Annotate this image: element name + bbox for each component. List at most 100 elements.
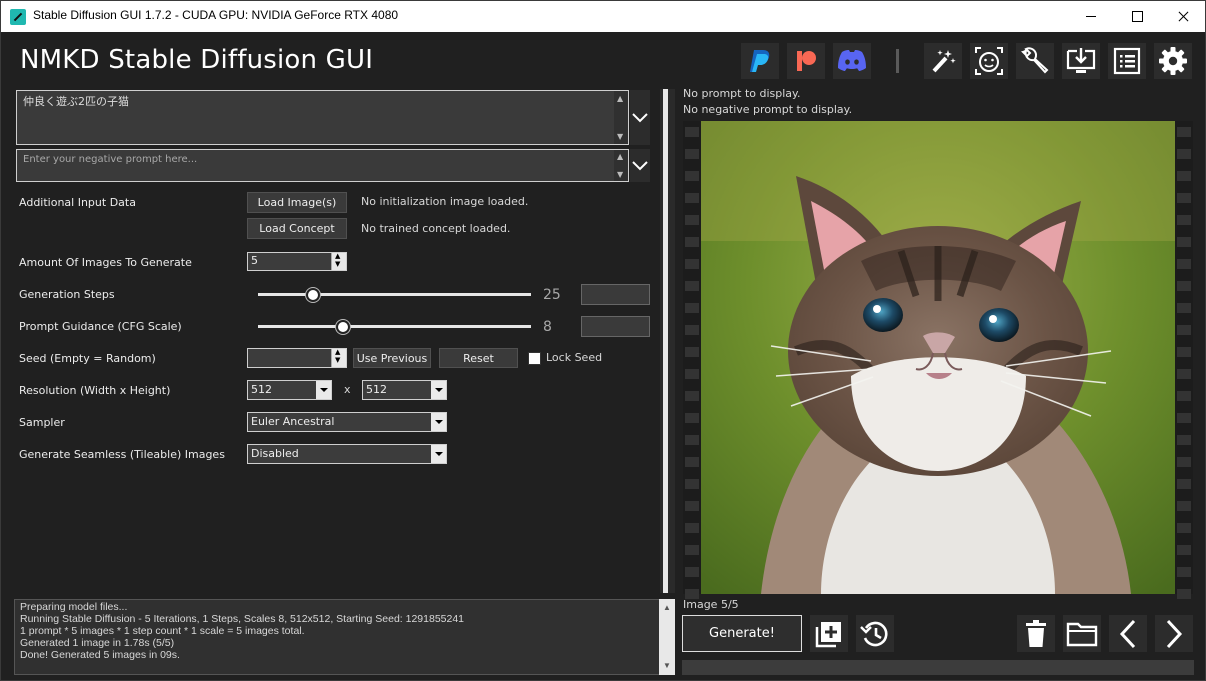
app-icon	[10, 9, 26, 25]
film-hole	[685, 149, 699, 159]
negative-prompt-scrollbar[interactable]: ▲ ▼	[614, 150, 628, 181]
install-icon	[1066, 48, 1096, 73]
expand-negative-prompt-button[interactable]	[630, 149, 650, 182]
concept-status: No trained concept loaded.	[361, 222, 511, 235]
generate-button[interactable]: Generate!	[682, 615, 802, 652]
logs-button[interactable]	[1108, 43, 1146, 79]
next-image-button[interactable]	[1155, 615, 1193, 652]
image-count: Image 5/5	[683, 598, 739, 611]
chevron-down-icon[interactable]	[431, 413, 446, 431]
chevron-down-icon	[632, 112, 648, 122]
film-hole	[1177, 325, 1191, 335]
installer-button[interactable]	[1062, 43, 1100, 79]
delete-button[interactable]	[1017, 615, 1055, 652]
resolution-x-label: x	[344, 383, 351, 396]
negative-prompt-placeholder: Enter your negative prompt here...	[23, 154, 198, 165]
seed-spin-buttons[interactable]	[331, 348, 346, 367]
add-to-queue-button[interactable]	[810, 615, 848, 652]
steps-label: Generation Steps	[19, 288, 115, 301]
chevron-down-icon[interactable]	[431, 445, 446, 463]
film-hole	[685, 435, 699, 445]
progress-bar	[682, 660, 1194, 675]
face-icon	[975, 47, 1003, 75]
discord-button[interactable]	[833, 43, 871, 79]
header-separator	[896, 49, 899, 73]
steps-slider-thumb[interactable]	[305, 288, 320, 302]
chevron-down-icon	[632, 160, 648, 170]
minimize-button[interactable]	[1068, 1, 1114, 32]
scroll-down-icon[interactable]: ▼	[617, 170, 623, 179]
log-textbox[interactable]: Preparing model files... Running Stable …	[14, 599, 675, 675]
cfg-value: 8	[543, 319, 552, 335]
maximize-button[interactable]	[1114, 1, 1160, 32]
patreon-icon	[797, 51, 816, 71]
film-hole	[685, 193, 699, 203]
patreon-button[interactable]	[787, 43, 825, 79]
close-button[interactable]	[1160, 1, 1206, 32]
prompt-textbox[interactable]: 仲良く遊ぶ2匹の子猫 ▲ ▼	[16, 90, 629, 145]
scroll-down-icon[interactable]: ▼	[663, 660, 671, 672]
reset-seed-button[interactable]: Reset	[439, 348, 518, 368]
generated-image[interactable]	[701, 121, 1175, 594]
film-hole	[1177, 237, 1191, 247]
init-image-status: No initialization image loaded.	[361, 195, 529, 208]
prompt-scrollbar[interactable]: ▲ ▼	[614, 91, 628, 144]
film-hole	[1177, 171, 1191, 181]
seamless-value: Disabled	[251, 447, 299, 460]
film-hole	[1177, 391, 1191, 401]
cfg-slider-thumb[interactable]	[335, 320, 350, 334]
height-select[interactable]: 512	[362, 380, 447, 400]
width-select[interactable]: 512	[247, 380, 332, 400]
paypal-button[interactable]	[741, 43, 779, 79]
expand-prompt-button[interactable]	[630, 90, 650, 145]
open-folder-button[interactable]	[1063, 615, 1101, 652]
scroll-down-icon[interactable]: ▼	[617, 132, 623, 141]
chevron-down-icon[interactable]	[316, 381, 331, 399]
post-processing-button[interactable]	[924, 43, 962, 79]
seamless-select[interactable]: Disabled	[247, 444, 447, 464]
lock-seed-checkbox[interactable]	[528, 352, 541, 365]
film-hole	[1177, 457, 1191, 467]
previous-image-button[interactable]	[1109, 615, 1147, 652]
scrollbar-thumb[interactable]	[663, 89, 668, 593]
film-hole	[685, 259, 699, 269]
film-hole	[1177, 281, 1191, 291]
use-previous-seed-button[interactable]: Use Previous	[353, 348, 431, 368]
history-button[interactable]	[856, 615, 894, 652]
amount-label: Amount Of Images To Generate	[19, 256, 192, 269]
face-restoration-button[interactable]	[970, 43, 1008, 79]
film-hole	[685, 347, 699, 357]
negative-prompt-textbox[interactable]: Enter your negative prompt here... ▲ ▼	[16, 149, 629, 182]
app-title: NMKD Stable Diffusion GUI	[20, 45, 374, 75]
kitten-image	[701, 121, 1175, 594]
settings-button[interactable]	[1154, 43, 1192, 79]
film-hole	[1177, 479, 1191, 489]
sampler-select[interactable]: Euler Ancestral	[247, 412, 447, 432]
log-line: Preparing model files...	[20, 601, 128, 613]
cfg-input[interactable]	[581, 316, 650, 337]
scroll-up-icon[interactable]: ▲	[617, 152, 623, 161]
developer-tools-button[interactable]	[1016, 43, 1054, 79]
cfg-slider-track[interactable]	[258, 325, 531, 328]
film-hole	[1177, 413, 1191, 423]
load-concept-button[interactable]: Load Concept	[247, 218, 347, 239]
scroll-up-icon[interactable]: ▲	[617, 94, 623, 103]
chevron-down-icon[interactable]	[431, 381, 446, 399]
steps-slider-track[interactable]	[258, 293, 531, 296]
film-hole	[685, 523, 699, 533]
amount-spin-buttons[interactable]	[331, 252, 346, 270]
settings-scrollbar[interactable]	[660, 89, 675, 593]
seed-input[interactable]	[247, 348, 347, 368]
amount-stepper[interactable]: 5	[247, 252, 347, 271]
log-scrollbar[interactable]: ▲ ▼	[659, 599, 675, 675]
scroll-up-icon[interactable]: ▲	[663, 602, 671, 614]
steps-input[interactable]	[581, 284, 650, 305]
film-hole	[1177, 369, 1191, 379]
log-lines: Preparing model files... Running Stable …	[20, 601, 654, 661]
seed-label: Seed (Empty = Random)	[19, 352, 156, 365]
film-hole	[685, 501, 699, 511]
film-hole	[685, 545, 699, 555]
window-title: Stable Diffusion GUI 1.7.2 - CUDA GPU: N…	[33, 8, 399, 22]
load-images-button[interactable]: Load Image(s)	[247, 192, 347, 213]
film-strip-right	[1175, 121, 1193, 599]
